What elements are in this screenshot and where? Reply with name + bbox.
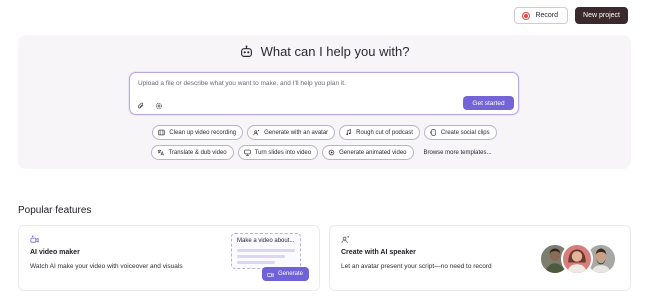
- feature-card-ai-speaker[interactable]: Create with AI speaker Let an avatar pre…: [329, 225, 631, 291]
- card-description: Let an avatar present your script—no nee…: [341, 263, 492, 270]
- new-project-button[interactable]: New project: [575, 7, 628, 24]
- preview-generate-button: Generate: [262, 267, 310, 281]
- preview-line: [237, 261, 275, 264]
- robot-icon: [240, 45, 252, 57]
- top-bar: Record New project: [514, 7, 628, 24]
- chip-label: Rough cut of podcast: [356, 129, 413, 136]
- chip-avatar[interactable]: Generate with an avatar: [247, 125, 336, 140]
- chip-podcast[interactable]: Rough cut of podcast: [339, 125, 420, 140]
- avatar: [561, 243, 593, 275]
- section-title: Popular features: [18, 205, 92, 216]
- settings-icon[interactable]: [155, 102, 163, 110]
- chip-slides[interactable]: Turn slides into video: [237, 145, 319, 160]
- chip-label: Clean up video recording: [169, 129, 237, 136]
- music-note-icon: [346, 129, 352, 136]
- phone-icon: [430, 129, 436, 136]
- card-title: AI video maker: [30, 249, 80, 256]
- chip-translate[interactable]: Translate & dub video: [151, 145, 234, 160]
- translate-icon: [158, 149, 165, 156]
- preview-line: [237, 249, 295, 252]
- feature-card-ai-video-maker[interactable]: AI video maker Watch AI make your video …: [18, 225, 320, 291]
- avatar-group: [539, 243, 617, 276]
- chip-label: Create social clips: [440, 129, 490, 136]
- hero-panel: What can I help you with? Upload a file …: [18, 35, 631, 169]
- film-icon: [158, 129, 166, 136]
- preview-generate-label: Generate: [278, 271, 304, 277]
- record-label: Record: [535, 12, 559, 19]
- prompt-actions: [137, 102, 163, 110]
- preview-line: [237, 255, 285, 258]
- chip-label: Turn slides into video: [254, 149, 312, 156]
- template-chips: Clean up video recording Generate with a…: [18, 125, 631, 160]
- hero-heading: What can I help you with?: [18, 44, 631, 59]
- video-sparkle-icon: [30, 235, 39, 243]
- avatar-sparkle-icon: [253, 129, 260, 136]
- chip-label: Translate & dub video: [168, 149, 227, 156]
- paperclip-icon[interactable]: [137, 102, 145, 110]
- chip-social-clips[interactable]: Create social clips: [423, 125, 497, 140]
- preview-text: Make a video about...: [237, 238, 295, 244]
- prompt-placeholder: Upload a file or describe what you want …: [138, 80, 346, 87]
- avatar-sparkle-icon: [341, 235, 350, 244]
- chip-label: Generate with an avatar: [264, 129, 329, 136]
- chip-label: Generate animated video: [339, 149, 407, 156]
- chip-row-1: Clean up video recording Generate with a…: [152, 125, 497, 140]
- video-sparkle-icon: [267, 272, 274, 277]
- slides-icon: [244, 149, 251, 156]
- record-button[interactable]: Record: [514, 7, 569, 24]
- chip-animated[interactable]: Generate animated video: [322, 145, 414, 160]
- browse-templates-link[interactable]: Browse more templates...: [418, 145, 498, 160]
- chip-row-2: Translate & dub video Turn slides into v…: [151, 145, 497, 160]
- animation-icon: [328, 149, 335, 156]
- card-title: Create with AI speaker: [341, 249, 416, 256]
- card-description: Watch AI make your video with voiceover …: [30, 263, 183, 270]
- prompt-preview: Make a video about...: [231, 233, 301, 269]
- get-started-button[interactable]: Get started: [463, 96, 514, 110]
- prompt-input[interactable]: Upload a file or describe what you want …: [129, 72, 519, 115]
- page-title: What can I help you with?: [260, 44, 410, 59]
- person-icon: [567, 249, 587, 273]
- chip-clean-up[interactable]: Clean up video recording: [152, 125, 244, 140]
- record-dot-icon: [522, 11, 531, 20]
